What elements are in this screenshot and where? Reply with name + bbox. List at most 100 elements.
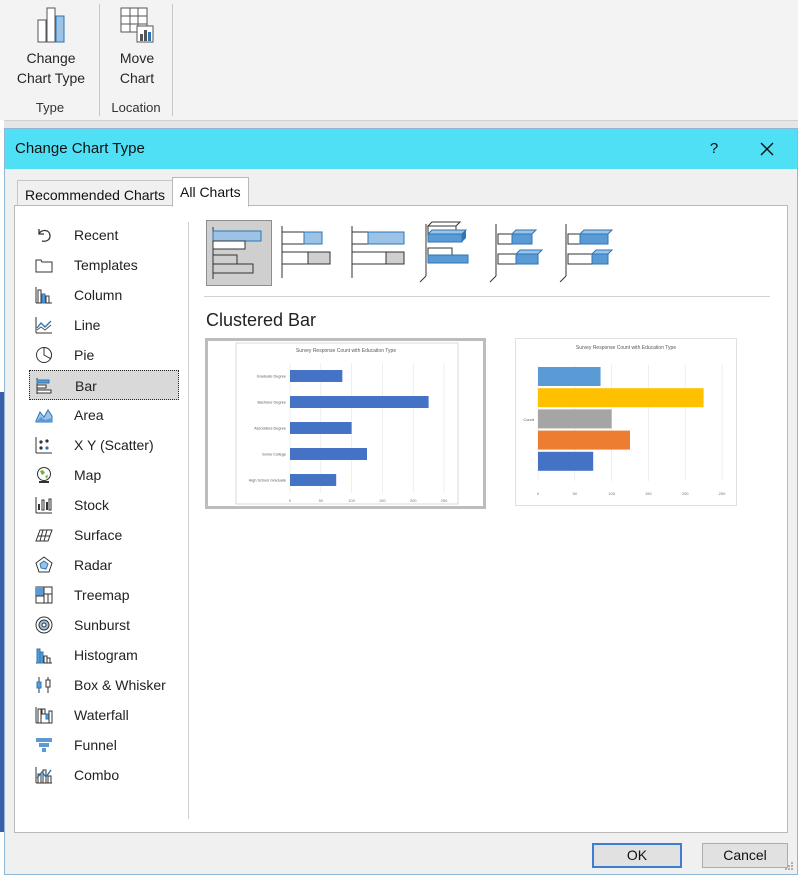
dialog-titlebar[interactable]: Change Chart Type ? [5,129,797,169]
combo-chart-icon [35,767,52,784]
chart-type-box-whisker[interactable]: Box & Whisker [29,670,179,700]
chart-type-waterfall[interactable]: Waterfall [29,700,179,730]
change-chart-type-label-1: Change [26,50,76,66]
change-chart-type-button[interactable]: Change Chart Type [14,4,88,88]
chart-type-label: Area [74,407,104,423]
clustered-bar-icon [212,227,262,279]
chart-type-label: Surface [74,527,123,543]
move-chart-button[interactable]: Move Chart [108,4,166,88]
move-chart-label-1: Move [119,50,155,66]
chart-type-map[interactable]: Map [29,460,179,490]
change-chart-type-label-2: Chart Type [16,70,86,86]
ribbon: Change Chart Type Type Move Chart Locati… [0,0,798,121]
close-icon [760,142,774,156]
x-tick-label: 100 [348,498,355,503]
area-chart-icon [35,409,53,423]
ribbon-separator [172,4,173,116]
chart-type-label: Waterfall [74,707,129,723]
chart-type-column[interactable]: Column [29,280,179,310]
x-tick-label: 250 [441,498,448,503]
subtype-stacked-bar[interactable] [276,220,342,286]
3d-clustered-bar-icon [419,221,469,283]
chart-type-treemap[interactable]: Treemap [29,580,179,610]
ribbon-group-location: Move Chart Location [100,0,172,120]
chart-type-label: Sunburst [74,617,131,633]
chart-type-label: Radar [74,557,113,573]
chart-type-surface[interactable]: Surface [29,520,179,550]
chart-preview-1[interactable]: Survey Response Count with Education Typ… [205,338,486,509]
chart-type-label: Map [74,467,102,483]
category-label: Count [523,417,535,422]
chart-type-combo[interactable]: Combo [29,760,179,790]
group-caption-location: Location [111,100,161,115]
category-label: Graduate Degree [257,375,286,379]
chart-type-label: Pie [74,347,95,363]
group-caption-type: Type [35,100,65,115]
chart-type-radar[interactable]: Radar [29,550,179,580]
chart-type-label: Treemap [74,587,130,603]
chart-type-sunburst[interactable]: Sunburst [29,610,179,640]
chart-type-label: Bar [75,378,97,394]
category-label: High School Graduate [249,479,286,483]
bar [538,451,594,471]
chart-type-label: Column [74,287,123,303]
chart-type-area[interactable]: Area [29,400,179,430]
chart-type-label: Histogram [74,647,138,663]
bar [538,367,601,386]
chart-type-histogram[interactable]: Histogram [29,640,179,670]
chart-type-label: Line [74,317,101,333]
chart-type-templates[interactable]: Templates [29,250,179,280]
3d-stacked-bar-icon [489,224,544,283]
waterfall-chart-icon [35,707,53,724]
box-whisker-chart-icon [36,677,51,693]
ribbon-group-type: Change Chart Type Type [0,0,100,120]
move-chart-label-2: Chart [119,70,155,86]
bar [290,422,352,434]
subtype-3d-100-stacked-bar[interactable] [556,220,622,286]
chart-type-scatter[interactable]: X Y (Scatter) [29,430,179,460]
category-label: Bachelor Degree [258,401,287,405]
line-chart-icon [35,317,52,334]
subtype-clustered-bar[interactable] [206,220,272,286]
x-tick-label: 250 [719,491,726,496]
chart-type-label: Stock [74,497,110,513]
chart-type-pie[interactable]: Pie [29,340,179,370]
chart-type-funnel[interactable]: Funnel [29,730,179,760]
chart-type-bar[interactable]: Bar [29,370,179,400]
x-tick-label: 200 [682,491,689,496]
3d-percent-stacked-bar-icon [559,224,614,283]
subtype-100-stacked-bar[interactable] [346,220,412,286]
chart-type-stock[interactable]: Stock [29,490,179,520]
all-charts-panel: Recent Templates Column Line Pie Bar Are… [14,205,788,833]
subtype-3d-stacked-bar[interactable] [486,220,552,286]
chart-preview-2[interactable]: Survey Response Count with Education Typ… [515,338,737,506]
chart-type-list: Recent Templates Column Line Pie Bar Are… [29,220,179,790]
ok-button[interactable]: OK [592,843,682,868]
chart-title: Survey Response Count with Education Typ… [296,348,396,354]
close-button[interactable] [753,137,781,161]
stock-chart-icon [35,497,52,514]
stacked-bar-icon [281,226,331,278]
resize-grip-icon[interactable] [784,861,794,871]
chart-type-label: Recent [74,227,119,243]
chart-type-label: Funnel [74,737,117,753]
chart-type-line[interactable]: Line [29,310,179,340]
bar [538,388,704,408]
cancel-button[interactable]: Cancel [702,843,788,868]
funnel-chart-icon [36,738,52,752]
tab-all-charts[interactable]: All Charts [172,177,249,207]
subtype-title: Clustered Bar [206,310,317,330]
change-chart-type-icon [37,7,65,43]
panel-divider [188,222,189,819]
chart-type-label: Combo [74,767,120,783]
tab-recommended-charts[interactable]: Recommended Charts [17,180,174,206]
x-tick-label: 100 [608,491,615,496]
help-button[interactable]: ? [702,137,726,161]
pie-chart-icon [36,346,52,363]
chart-type-recent[interactable]: Recent [29,220,179,250]
subtype-3d-clustered-bar[interactable] [416,220,482,286]
sunburst-chart-icon [35,616,53,634]
category-label: Some College [262,453,286,457]
bar [290,396,429,408]
x-tick-label: 50 [573,491,578,496]
